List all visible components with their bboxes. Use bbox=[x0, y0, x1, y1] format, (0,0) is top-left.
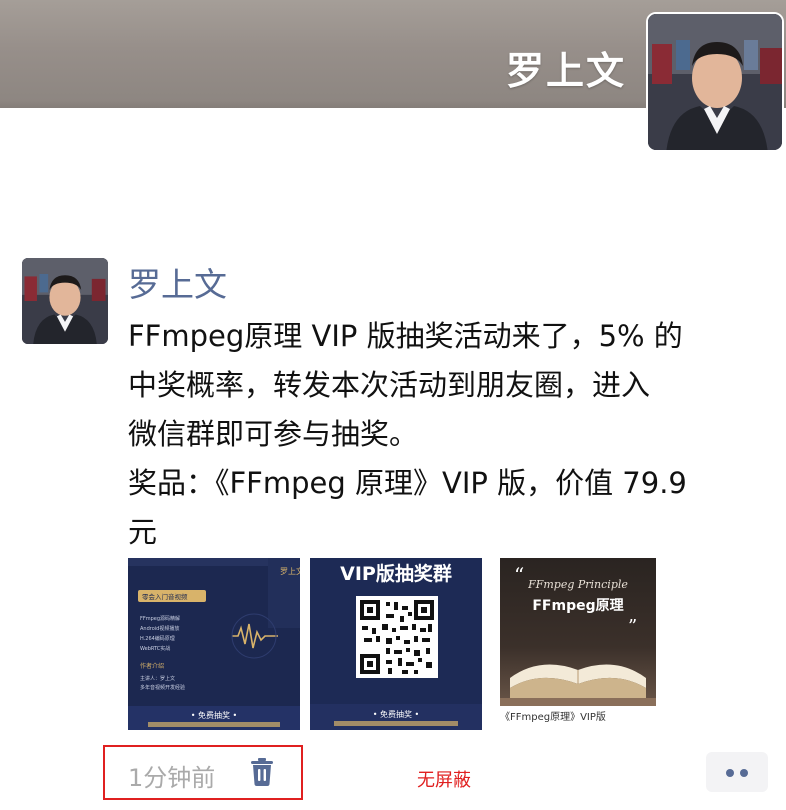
annotation-label: 无屏蔽 bbox=[417, 770, 471, 791]
more-dots-icon bbox=[740, 769, 748, 777]
more-dots-icon bbox=[726, 769, 734, 777]
poster-bullet: Android视频播放 bbox=[140, 625, 179, 632]
poster-tag: 零会入门音视频 bbox=[142, 592, 188, 601]
post-text-line: 中奖概率，转发本次活动到朋友圈，进入 bbox=[128, 368, 651, 402]
poster-footer: • 免费抽奖 • bbox=[191, 710, 238, 720]
avatar-photo bbox=[22, 258, 108, 344]
post-author-avatar[interactable] bbox=[22, 258, 108, 344]
avatar-photo bbox=[648, 14, 782, 150]
post-text-line: 微信群即可参与抽奖。 bbox=[128, 417, 419, 451]
poster-bullet: H.264编码原理 bbox=[140, 635, 175, 642]
poster-brand: 罗上文 bbox=[280, 566, 300, 576]
course-poster: 罗上文 零会入门音视频 FFmpeg源码精解 Android视频播放 H.264… bbox=[128, 558, 300, 730]
cover-username: 罗上文 bbox=[505, 49, 626, 93]
profile-avatar[interactable] bbox=[646, 12, 784, 152]
post-timestamp: 1分钟前 bbox=[128, 764, 216, 792]
post-text: FFmpeg原理 VIP 版抽奖活动来了，5% 的 中奖概率，转发本次活动到朋友… bbox=[128, 312, 768, 557]
poster-bullet: WebRTC实战 bbox=[140, 645, 170, 652]
poster-footer: • 免费抽奖 • bbox=[373, 709, 420, 719]
poster-bio: 主讲人：罗上文 bbox=[140, 675, 175, 682]
post-image-3[interactable]: “ ” FFmpeg Principle FFmpeg原理 bbox=[500, 558, 656, 706]
more-button[interactable] bbox=[706, 752, 768, 792]
post-author-name[interactable]: 罗上文 bbox=[128, 258, 227, 306]
poster-title: VIP版抽奖群 bbox=[340, 562, 452, 585]
poster-section: 作者介绍 bbox=[140, 662, 164, 670]
trash-icon-glyph bbox=[251, 758, 273, 786]
post-image-1[interactable]: 罗上文 零会入门音视频 FFmpeg源码精解 Android视频播放 H.264… bbox=[128, 558, 300, 730]
book-photo: “ ” FFmpeg Principle FFmpeg原理 bbox=[500, 558, 656, 706]
svg-text:”: ” bbox=[628, 616, 637, 637]
svg-text:“: “ bbox=[514, 563, 524, 587]
book-script-title: FFmpeg Principle bbox=[527, 578, 628, 591]
poster-bio: 多年音视频开发经验 bbox=[140, 684, 185, 691]
post-text-line: 奖品：《FFmpeg 原理》VIP 版，价值 79.9 bbox=[128, 466, 687, 500]
qr-poster: VIP版抽奖群 • 免费抽奖 • bbox=[310, 558, 482, 730]
image-caption: 《FFmpeg原理》VIP版 bbox=[500, 712, 606, 723]
post-image-2[interactable]: VIP版抽奖群 • 免费抽奖 • bbox=[310, 558, 482, 730]
post-text-line: 元 bbox=[128, 515, 158, 549]
book-title: FFmpeg原理 bbox=[532, 598, 623, 614]
poster-bullet: FFmpeg源码精解 bbox=[140, 615, 180, 622]
post-text-line: FFmpeg原理 VIP 版抽奖活动来了，5% 的 bbox=[128, 319, 683, 353]
trash-icon[interactable] bbox=[250, 758, 274, 786]
